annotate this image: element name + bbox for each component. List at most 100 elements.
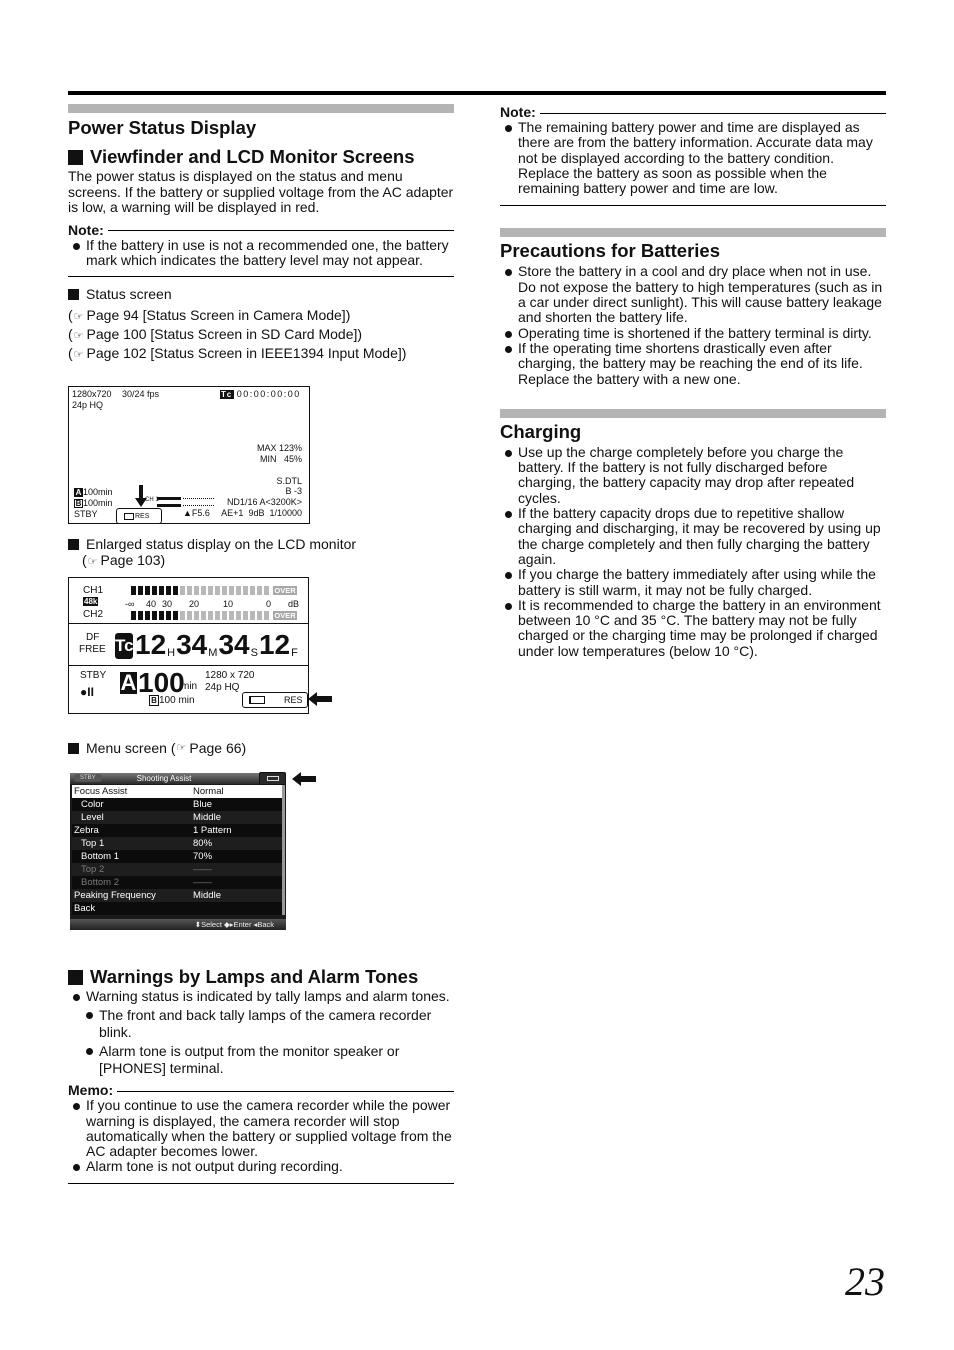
menu-item-value: 1 Pattern bbox=[193, 825, 232, 836]
meter-segment bbox=[250, 586, 255, 595]
reference-hand-icon: ☞ bbox=[73, 330, 84, 343]
note-rule bbox=[539, 112, 886, 114]
slot-a-remaining: A 100min bbox=[74, 487, 113, 498]
res-text: RES bbox=[284, 695, 303, 705]
ref-text: Page 94 [Status Screen in Camera Mode]) bbox=[86, 307, 351, 324]
arrow-down-icon bbox=[135, 485, 147, 507]
resolution-text: 1280x720 bbox=[72, 389, 112, 399]
lcd-status-figure: CH1 48k CH2 OVER OVER -∞ 40 30 20 10 0 d… bbox=[68, 577, 309, 714]
note-list: The remaining battery power and time are… bbox=[500, 119, 886, 196]
menu-item[interactable]: Back bbox=[72, 902, 282, 915]
menu-item[interactable]: Top 2 —— bbox=[72, 863, 282, 876]
meter-segment bbox=[180, 586, 185, 595]
menu-item-label: Level bbox=[81, 812, 104, 823]
menu-item-value: 80% bbox=[193, 838, 213, 849]
page-ref-link[interactable]: (☞ Page 102 [Status Screen in IEEE1394 In… bbox=[68, 345, 454, 364]
arrow-left-icon bbox=[292, 772, 316, 786]
meter-segment bbox=[222, 611, 227, 620]
menu-item-value: Normal bbox=[193, 786, 224, 797]
meter-segment bbox=[138, 586, 143, 595]
page-ref-link[interactable]: (☞ Page 100 [Status Screen in SD Card Mod… bbox=[68, 326, 454, 345]
unit: M bbox=[208, 647, 218, 659]
paren: ( bbox=[68, 345, 73, 362]
ref-text: Page 100 [Status Screen in SD Card Mode]… bbox=[86, 326, 363, 343]
square-bullet-icon bbox=[68, 289, 79, 301]
menu-item[interactable]: Color Blue bbox=[72, 798, 282, 811]
paren: ( bbox=[68, 307, 73, 324]
lcd-caption: Enlarged status display on the LCD monit… bbox=[68, 536, 454, 553]
scale-tick: 0 bbox=[266, 599, 272, 609]
menu-footer-hints: ⬍Select ◆▸Enter ◂Back bbox=[70, 919, 286, 930]
sample-rate-badge: 48k bbox=[83, 597, 99, 606]
meter-segment bbox=[215, 611, 220, 620]
left-column: Power Status Display Viewfinder and LCD … bbox=[68, 104, 454, 364]
tc-minutes: 34 bbox=[176, 629, 208, 660]
intro-paragraph: The power status is displayed on the sta… bbox=[68, 168, 454, 215]
arrow-left-icon bbox=[308, 692, 332, 706]
meter-segment bbox=[222, 586, 227, 595]
meter-segment bbox=[264, 586, 269, 595]
menu-item-value: 70% bbox=[193, 851, 213, 862]
menu-item[interactable]: Bottom 1 70% bbox=[72, 850, 282, 863]
meter-segment bbox=[201, 611, 206, 620]
menu-item-label: Back bbox=[74, 903, 96, 914]
list-item: Alarm tone is output from the monitor sp… bbox=[68, 1043, 454, 1076]
meter-segment bbox=[236, 611, 241, 620]
menu-caption: Menu screen (☞ Page 66) bbox=[68, 740, 246, 757]
section-bar bbox=[500, 228, 886, 238]
menu-item[interactable]: Level Middle bbox=[72, 811, 282, 824]
section-title-charging: Charging bbox=[500, 420, 582, 442]
memo-label: Memo: bbox=[68, 1082, 114, 1099]
list-item: Store the battery in a cool and dry plac… bbox=[500, 264, 886, 325]
ref-text[interactable]: Page 66) bbox=[189, 740, 246, 757]
scale-tick: -∞ bbox=[125, 599, 135, 609]
ch1-level-meter bbox=[131, 586, 269, 595]
menu-item-label: Zebra bbox=[74, 825, 99, 836]
ref-text: Page 103) bbox=[100, 552, 166, 568]
tc-hours: 12 bbox=[135, 629, 167, 660]
meter-segment bbox=[264, 611, 269, 620]
scale-tick: 30 bbox=[162, 599, 173, 609]
page-ref-link[interactable]: (☞ Page 103) bbox=[82, 552, 165, 571]
scale-tick: 10 bbox=[223, 599, 234, 609]
meter-segment bbox=[159, 586, 164, 595]
ch1-label: CH1 bbox=[83, 585, 104, 596]
menu-item[interactable]: Zebra 1 Pattern bbox=[72, 824, 282, 837]
iris-value: ▲F5.6 bbox=[183, 508, 210, 518]
memo-list: If you continue to use the camera record… bbox=[68, 1098, 454, 1174]
meter-segment bbox=[257, 611, 262, 620]
menu-item-label: Bottom 1 bbox=[81, 851, 120, 862]
meter-segment bbox=[138, 611, 143, 620]
memo-rule bbox=[117, 1090, 454, 1092]
meter-segment bbox=[180, 611, 185, 620]
section-bar bbox=[500, 408, 886, 418]
meter-segment bbox=[166, 611, 171, 620]
format-text: 24p HQ bbox=[72, 400, 104, 410]
reference-hand-icon: ☞ bbox=[73, 311, 84, 324]
menu-item[interactable]: Focus Assist Normal bbox=[72, 785, 282, 798]
meter-segment bbox=[250, 611, 255, 620]
list-item: If the operating time shortens drastical… bbox=[500, 340, 886, 387]
menu-item-value: Blue bbox=[193, 799, 213, 810]
scale-tick: 20 bbox=[189, 599, 200, 609]
meter-segment bbox=[173, 586, 178, 595]
note-header: Note: bbox=[68, 222, 454, 238]
note-label: Note: bbox=[68, 221, 104, 238]
menu-item-label: Bottom 2 bbox=[81, 877, 120, 888]
over-indicator: OVER bbox=[273, 611, 297, 620]
list-item: If you continue to use the camera record… bbox=[68, 1098, 454, 1159]
status-screen-figure: 1280x720 30/24 fps 24p HQ Tc 00:00:00:00 … bbox=[68, 386, 310, 524]
page-ref-link[interactable]: (☞ Page 94 [Status Screen in Camera Mode]… bbox=[68, 307, 454, 326]
menu-item[interactable]: Top 1 80% bbox=[72, 837, 282, 850]
list-item: Alarm tone is not output during recordin… bbox=[68, 1159, 454, 1174]
menu-item[interactable]: Bottom 2 —— bbox=[72, 876, 282, 889]
menu-item[interactable]: Peaking Frequency Middle bbox=[72, 889, 282, 902]
precautions-list: Store the battery in a cool and dry plac… bbox=[500, 264, 886, 386]
header-rule bbox=[68, 91, 886, 95]
record-pause-icon: ●II bbox=[80, 685, 94, 699]
battery-icon bbox=[249, 696, 265, 704]
resolution-text: 1280 x 720 bbox=[205, 670, 255, 681]
exposure-info: AE+1 9dB 1/10000 bbox=[221, 508, 302, 518]
unit: F bbox=[291, 647, 298, 659]
meter-segment bbox=[194, 586, 199, 595]
